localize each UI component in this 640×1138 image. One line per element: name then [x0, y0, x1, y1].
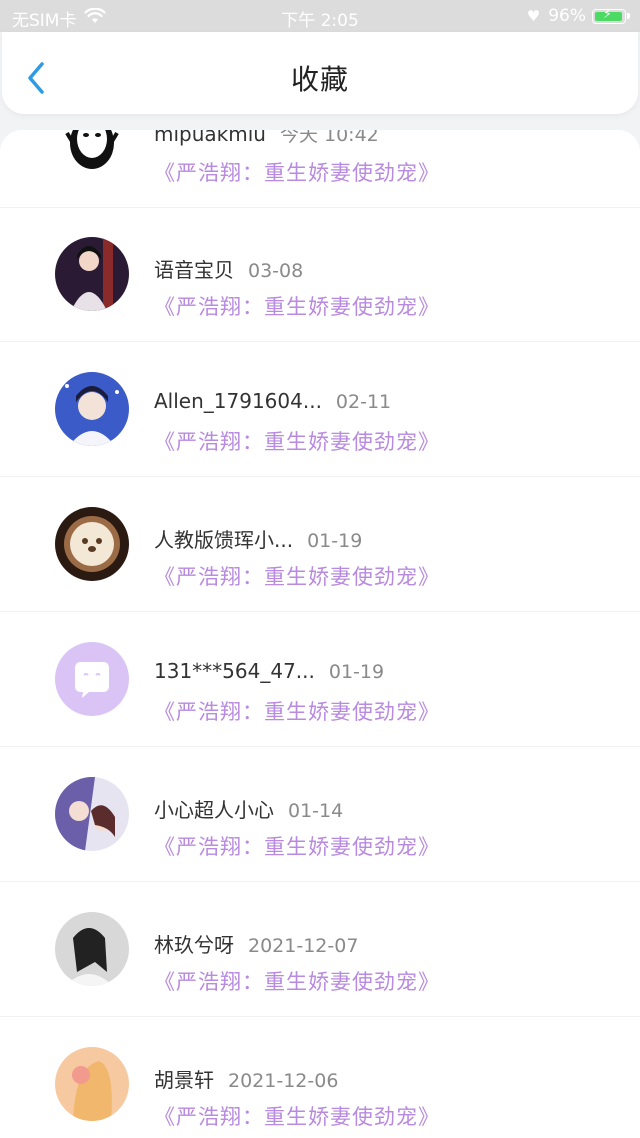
user-name: 131***564_47...	[154, 659, 315, 683]
work-title[interactable]: 《严浩翔：重生娇妻使劲宠》	[154, 696, 440, 726]
work-title[interactable]: 《严浩翔：重生娇妻使劲宠》	[154, 291, 440, 321]
avatar	[55, 130, 129, 177]
favorite-date: 2021-12-06	[228, 1070, 339, 1092]
favorite-date: 01-19	[328, 661, 385, 683]
list-item[interactable]: 小心超人小心 01-14 《严浩翔：重生娇妻使劲宠》	[0, 746, 640, 882]
user-name: 语音宝贝	[154, 258, 234, 282]
favorite-date: 01-14	[288, 800, 344, 822]
avatar	[55, 371, 129, 446]
chat-bubble-icon	[75, 661, 109, 698]
favorites-list: mipuakmiu 今天 10:42 《严浩翔：重生娇妻使劲宠》 语音宝贝 03…	[0, 130, 640, 1138]
nav-header: 收藏	[2, 32, 638, 114]
page-title: 收藏	[290, 63, 349, 96]
user-name: 小心超人小心	[154, 798, 274, 822]
list-item[interactable]: 131***564_47... 01-19 《严浩翔：重生娇妻使劲宠》	[0, 611, 640, 747]
work-title[interactable]: 《严浩翔：重生娇妻使劲宠》	[154, 426, 440, 456]
battery-percent: 96%	[548, 6, 586, 26]
favorite-date: 02-11	[335, 391, 392, 413]
work-title[interactable]: 《严浩翔：重生娇妻使劲宠》	[154, 157, 440, 187]
list-item[interactable]: 胡景轩 2021-12-06 《严浩翔：重生娇妻使劲宠》	[0, 1016, 640, 1138]
user-name: Allen_1791604...	[154, 389, 322, 413]
work-title[interactable]: 《严浩翔：重生娇妻使劲宠》	[154, 561, 440, 591]
user-name: 人教版馈珲小...	[154, 528, 294, 552]
battery-icon: ⚡	[592, 7, 626, 24]
list-item[interactable]: 人教版馈珲小... 01-19 《严浩翔：重生娇妻使劲宠》	[0, 476, 640, 612]
user-name: 胡景轩	[154, 1068, 214, 1092]
battery-cap	[627, 13, 630, 19]
work-title[interactable]: 《严浩翔：重生娇妻使劲宠》	[154, 966, 440, 996]
list-item[interactable]: mipuakmiu 今天 10:42 《严浩翔：重生娇妻使劲宠》	[0, 130, 640, 208]
favorite-date: 01-19	[307, 530, 363, 552]
heart-icon: ♥	[526, 7, 541, 25]
avatar	[55, 1046, 129, 1121]
status-right: ♥ 96% ⚡	[527, 6, 630, 26]
user-name: 林玖兮呀	[154, 933, 234, 957]
avatar	[55, 641, 129, 716]
status-bar: 无SIM卡 下午 2:05 ♥ 96% ⚡	[0, 0, 640, 32]
avatar	[55, 776, 129, 851]
work-title[interactable]: 《严浩翔：重生娇妻使劲宠》	[154, 831, 440, 861]
list-item[interactable]: 语音宝贝 03-08 《严浩翔：重生娇妻使劲宠》	[0, 206, 640, 342]
user-name: mipuakmiu	[154, 130, 266, 146]
list-item[interactable]: 林玖兮呀 2021-12-07 《严浩翔：重生娇妻使劲宠》	[0, 881, 640, 1017]
work-title[interactable]: 《严浩翔：重生娇妻使劲宠》	[154, 1101, 440, 1131]
favorite-date: 2021-12-07	[248, 935, 359, 957]
list-item[interactable]: Allen_1791604... 02-11 《严浩翔：重生娇妻使劲宠》	[0, 341, 640, 477]
avatar	[55, 911, 129, 986]
avatar	[55, 506, 129, 581]
favorite-date: 今天 10:42	[279, 130, 379, 146]
favorite-date: 03-08	[248, 260, 304, 282]
avatar	[55, 236, 129, 311]
